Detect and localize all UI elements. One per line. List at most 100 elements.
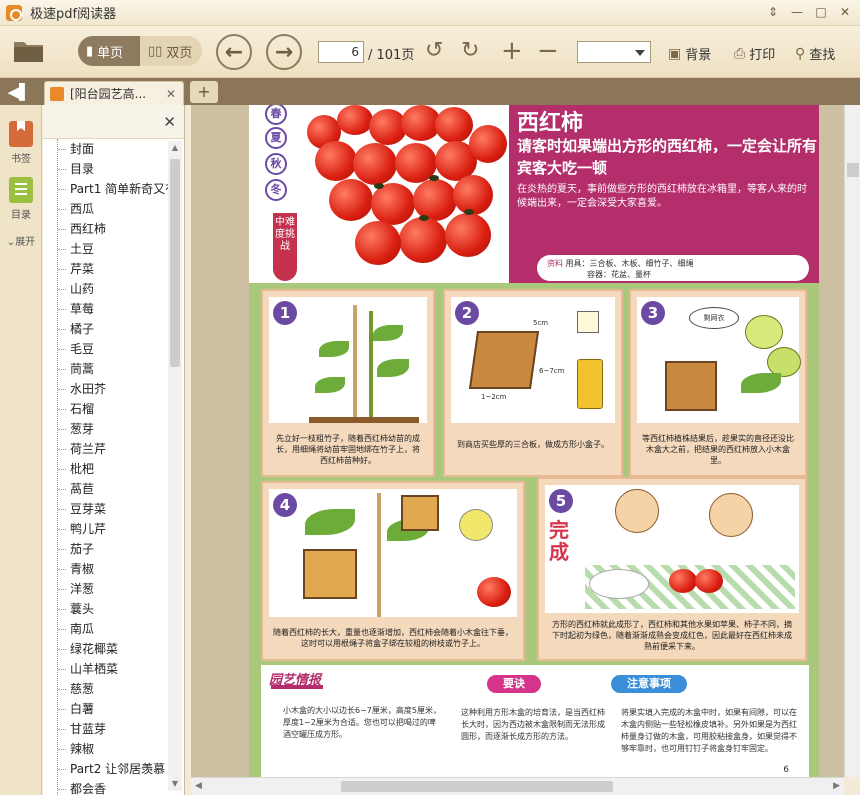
season-summer: 夏 bbox=[265, 127, 287, 149]
toc-panel: ✕ 封面 目录 Part1 简单新奇又有 西瓜 西红柿 土豆 芹菜 山药 草莓 橘子 毛豆 茼蒿 水田芥… bbox=[43, 105, 185, 795]
print-label: 打印 bbox=[749, 48, 776, 63]
scroll-right-icon[interactable]: ▶ bbox=[833, 781, 840, 791]
background-button[interactable]: ▣ 背景 bbox=[668, 44, 712, 64]
toc-list: 封面 目录 Part1 简单新奇又有 西瓜 西红柿 土豆 芹菜 山药 草莓 橘子 毛豆 茼蒿 水田芥 石榴… bbox=[57, 139, 181, 795]
document-tab[interactable]: [阳台园艺高... ✕ bbox=[44, 81, 184, 105]
search-button[interactable]: ⚲ 查找 bbox=[795, 44, 835, 64]
toc-item[interactable]: 山药 bbox=[58, 279, 181, 299]
toc-item[interactable]: 南瓜 bbox=[58, 619, 181, 639]
toc-item[interactable]: 茄子 bbox=[58, 539, 181, 559]
toc-item[interactable]: 洋葱 bbox=[58, 579, 181, 599]
collapse-sidebar-button[interactable]: ◀▌ bbox=[0, 78, 38, 105]
close-tab-icon[interactable]: ✕ bbox=[163, 87, 179, 101]
zoom-in-icon[interactable]: + bbox=[501, 38, 523, 64]
double-page-icon: ▯▯ bbox=[148, 43, 163, 59]
single-page-icon: ▮ bbox=[86, 43, 94, 59]
background-label: 背景 bbox=[685, 48, 712, 63]
toc-item[interactable]: 石榴 bbox=[58, 399, 181, 419]
toc-item[interactable]: 西红柿 bbox=[58, 219, 181, 239]
step-3-number: 3 bbox=[641, 301, 665, 325]
toc-button[interactable]: 目录 bbox=[0, 177, 42, 221]
toc-item[interactable]: 荷兰芹 bbox=[58, 439, 181, 459]
rotate-left-icon[interactable]: ↺ bbox=[425, 38, 443, 64]
app-logo-icon bbox=[6, 4, 22, 21]
hero-section: 春 夏 秋 冬 中难度挑战 西红柿 请客时如果端出方形的西红柿，一定会让所有宾客… bbox=[249, 105, 819, 283]
toc-scrollbar[interactable]: ▲ ▼ bbox=[168, 141, 182, 791]
double-page-label: 双页 bbox=[166, 45, 193, 61]
toc-item[interactable]: 茼蒿 bbox=[58, 359, 181, 379]
toc-item[interactable]: 枇杷 bbox=[58, 459, 181, 479]
toc-item[interactable]: 豆芽菜 bbox=[58, 499, 181, 519]
toc-item[interactable]: 封面 bbox=[58, 139, 181, 159]
toc-item[interactable]: 目录 bbox=[58, 159, 181, 179]
expand-button[interactable]: ⌄展开 bbox=[0, 233, 42, 248]
chevron-down-icon: ⌄ bbox=[6, 237, 16, 248]
single-page-label: 单页 bbox=[97, 45, 124, 61]
season-winter: 冬 bbox=[265, 179, 287, 201]
toc-scroll-thumb[interactable] bbox=[170, 159, 180, 367]
rotate-right-icon[interactable]: ↻ bbox=[461, 38, 479, 64]
toc-item[interactable]: 毛豆 bbox=[58, 339, 181, 359]
step-2-side-label: 1~2cm bbox=[481, 393, 507, 401]
bookmarks-button[interactable]: 书签 bbox=[0, 121, 42, 165]
toc-item[interactable]: 鸭儿芹 bbox=[58, 519, 181, 539]
toc-item[interactable]: 都会香 bbox=[58, 779, 181, 795]
scroll-left-icon[interactable]: ◀ bbox=[195, 781, 202, 791]
document-viewport[interactable]: 春 夏 秋 冬 中难度挑战 西红柿 请客时如果端出方形的西红柿，一定会让所有宾客… bbox=[191, 105, 844, 777]
toc-item[interactable]: 葱芽 bbox=[58, 419, 181, 439]
horizontal-scroll-thumb[interactable] bbox=[341, 781, 613, 792]
close-icon[interactable]: ✕ bbox=[834, 2, 856, 22]
open-folder-icon[interactable] bbox=[12, 36, 46, 64]
folded-carton-image bbox=[577, 311, 599, 333]
maximize-icon[interactable]: □ bbox=[810, 2, 832, 22]
info-text: 小木盒的大小以边长6~7厘米，高度5厘米，厚度1~2厘米为合适。您也可以把喝过的… bbox=[283, 706, 441, 739]
single-page-button[interactable]: ▮ 单页 bbox=[78, 36, 140, 66]
close-panel-icon[interactable]: ✕ bbox=[163, 113, 176, 131]
info-panel: 园艺情报 小木盒的大小以边长6~7厘米，高度5厘米，厚度1~2厘米为合适。您也可… bbox=[261, 665, 809, 777]
toc-item[interactable]: 辣椒 bbox=[58, 739, 181, 759]
toc-item[interactable]: 甘蓝芽 bbox=[58, 719, 181, 739]
toc-item[interactable]: 水田芥 bbox=[58, 379, 181, 399]
step-3-speech-bubble: 剩网衣 bbox=[689, 307, 739, 329]
zoom-select[interactable] bbox=[577, 41, 651, 63]
pdf-page: 春 夏 秋 冬 中难度挑战 西红柿 请客时如果端出方形的西红柿，一定会让所有宾客… bbox=[249, 105, 819, 777]
background-icon: ▣ bbox=[668, 45, 682, 62]
step-5-illustration: 5 完成 bbox=[545, 485, 799, 613]
vertical-scroll-thumb[interactable] bbox=[847, 163, 859, 177]
toc-item[interactable]: 绿花椰菜 bbox=[58, 639, 181, 659]
toc-item[interactable]: 萵苣 bbox=[58, 479, 181, 499]
next-page-button[interactable]: → bbox=[266, 34, 302, 70]
toc-item[interactable]: 蘘头 bbox=[58, 599, 181, 619]
toc-header: ✕ bbox=[43, 105, 184, 139]
toc-item[interactable]: 草莓 bbox=[58, 299, 181, 319]
toc-item[interactable]: 西瓜 bbox=[58, 199, 181, 219]
print-button[interactable]: ⎙ 打印 bbox=[734, 44, 776, 64]
scroll-up-icon[interactable]: ▲ bbox=[170, 143, 180, 153]
toc-item[interactable]: Part2 让邻居羡慕 bbox=[58, 759, 181, 779]
minimize-icon[interactable]: — bbox=[786, 2, 808, 22]
toc-item[interactable]: 山羊栖菜 bbox=[58, 659, 181, 679]
horizontal-scrollbar[interactable]: ◀ ▶ bbox=[191, 777, 844, 795]
notes-chip: 注意事项 bbox=[611, 675, 687, 693]
page-description: 在炎热的夏天，事前做些方形的西红柿放在冰箱里，等客人来的时候端出来，一定会深受大… bbox=[517, 184, 807, 209]
toc-item[interactable]: 白薯 bbox=[58, 699, 181, 719]
page-number-input[interactable]: 6 bbox=[318, 41, 364, 63]
materials-box: 资料 用具：三合板、木板、细竹子、细绳 容器：花盆、量杯 bbox=[537, 255, 809, 281]
vertical-scrollbar[interactable] bbox=[844, 105, 860, 777]
restore-icon[interactable]: ⇕ bbox=[762, 2, 784, 22]
double-page-button[interactable]: ▯▯ 双页 bbox=[140, 36, 202, 66]
page-heading: 西红柿 bbox=[517, 111, 584, 136]
notes-text: 将果实填入完成的木盒中时，如果有间隙，可以在木盒内侧贴一些轻松橡皮填补。另外如果… bbox=[621, 708, 797, 753]
scroll-down-icon[interactable]: ▼ bbox=[170, 779, 180, 789]
new-tab-button[interactable]: + bbox=[190, 81, 218, 103]
toc-item[interactable]: 慈葱 bbox=[58, 679, 181, 699]
toc-item[interactable]: 芹菜 bbox=[58, 259, 181, 279]
toc-item[interactable]: Part1 简单新奇又有 bbox=[58, 179, 181, 199]
toc-item[interactable]: 橘子 bbox=[58, 319, 181, 339]
step-2-illustration: 2 1~2cm 5cm 6~7cm bbox=[451, 297, 615, 423]
step-1-card: 1 先立好一枝粗竹子，随着西红柿幼苗的成长，用细绳将幼苗牢固地绑在竹子上，将西红… bbox=[261, 289, 435, 477]
toc-item[interactable]: 土豆 bbox=[58, 239, 181, 259]
toc-item[interactable]: 青椒 bbox=[58, 559, 181, 579]
previous-page-button[interactable]: ← bbox=[216, 34, 252, 70]
zoom-out-icon[interactable]: − bbox=[537, 38, 559, 64]
